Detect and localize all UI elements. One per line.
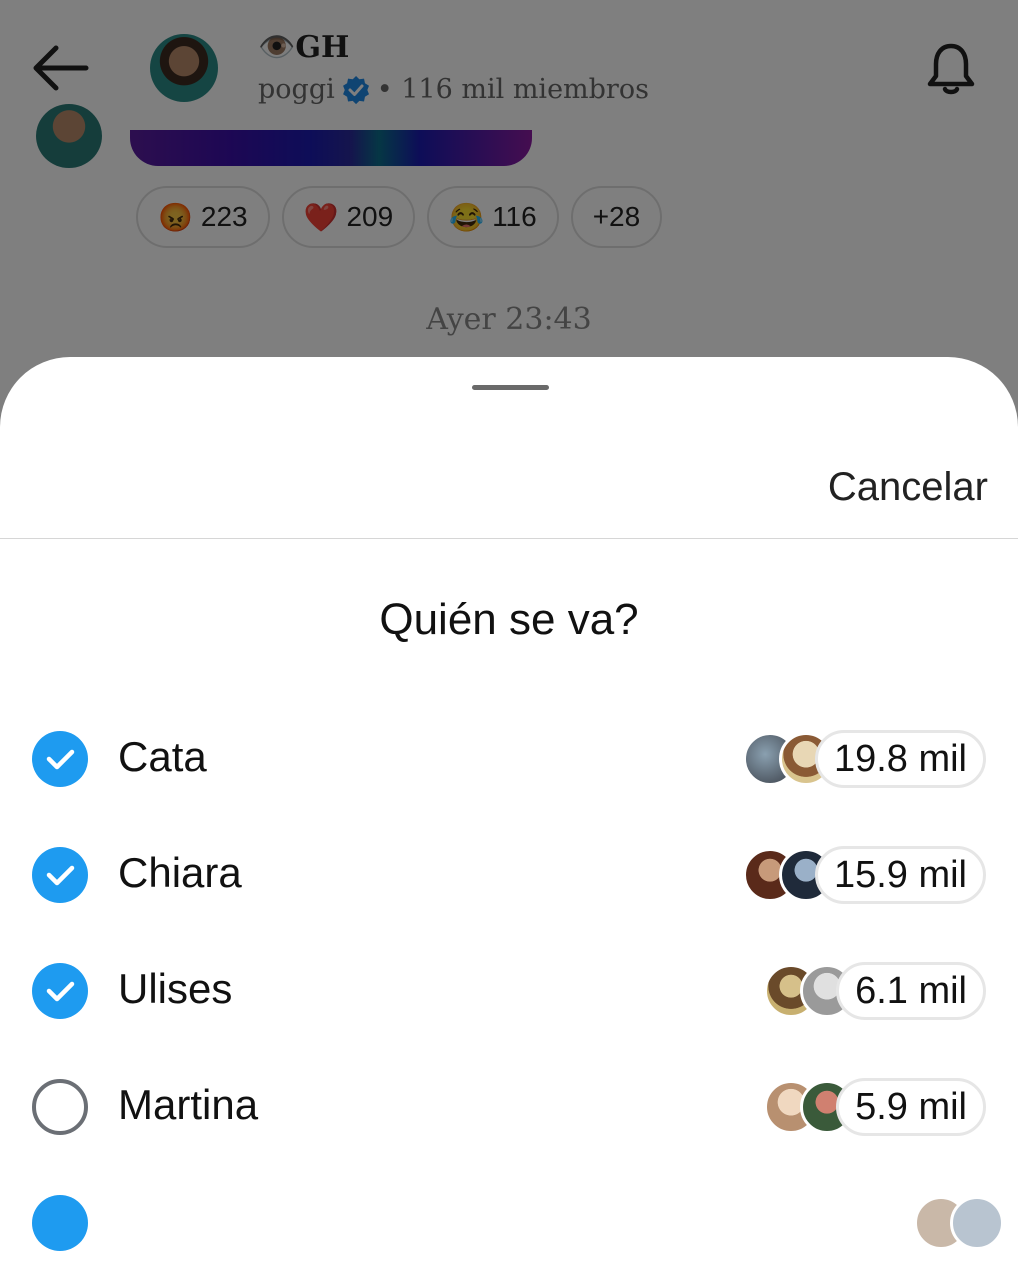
sheet-divider (0, 538, 1018, 539)
checkbox-checked[interactable] (32, 963, 88, 1019)
sheet-drag-handle[interactable] (472, 385, 549, 390)
vote-count: 19.8 mil (814, 730, 986, 788)
poll-option-votes: 15.9 mil (742, 846, 986, 904)
poll-option-votes: 19.8 mil (742, 730, 986, 788)
poll-option-votes: 6.1 mil (764, 962, 986, 1020)
poll-option[interactable]: Ulises 6.1 mil (0, 941, 1018, 1041)
poll-option-label: Chiara (118, 849, 242, 896)
checkmark-icon (46, 981, 75, 1002)
poll-bottom-sheet: Cancelar Quién se va? Cata 19.8 mil Chia… (0, 357, 1018, 1251)
voter-avatar (950, 1196, 1004, 1250)
checkbox-checked[interactable] (32, 731, 88, 787)
poll-option[interactable]: Chiara 15.9 mil (0, 825, 1018, 925)
vote-count: 6.1 mil (836, 962, 986, 1020)
poll-question: Quién se va? (379, 595, 639, 644)
poll-option[interactable]: Cata 19.8 mil (0, 709, 1018, 809)
checkmark-icon (46, 749, 75, 770)
poll-option-label: Ulises (118, 965, 233, 1012)
poll-option-votes (914, 1194, 1004, 1252)
checkbox-unchecked[interactable] (32, 1079, 88, 1135)
poll-option-label: Cata (118, 733, 207, 780)
poll-option-votes: 5.9 mil (764, 1078, 986, 1136)
poll-option[interactable] (0, 1173, 1018, 1273)
vote-count: 5.9 mil (836, 1078, 986, 1136)
checkbox-checked[interactable] (32, 1195, 88, 1251)
checkbox-checked[interactable] (32, 847, 88, 903)
checkmark-icon (46, 865, 75, 886)
vote-count: 15.9 mil (814, 846, 986, 904)
poll-option[interactable]: Martina 5.9 mil (0, 1057, 1018, 1157)
poll-option-label: Martina (118, 1081, 259, 1128)
cancel-button[interactable]: Cancelar (828, 465, 988, 510)
